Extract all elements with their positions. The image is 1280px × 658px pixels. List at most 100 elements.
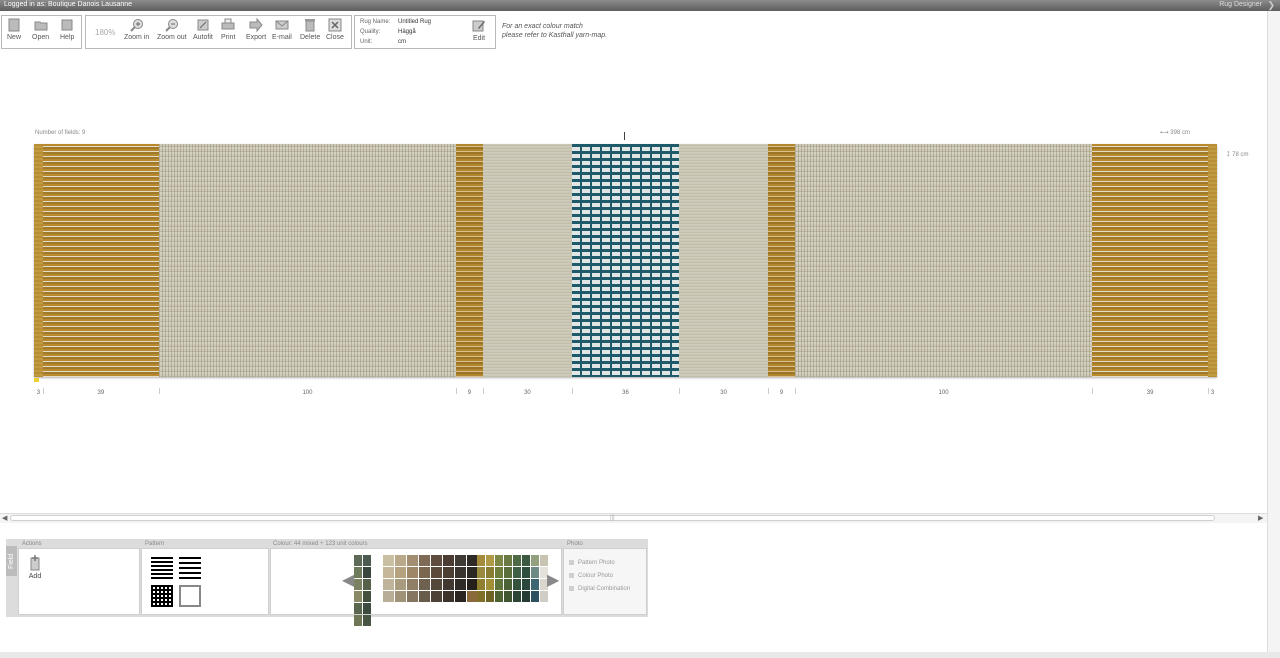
colour-swatch[interactable] bbox=[419, 555, 430, 566]
colour-swatch[interactable] bbox=[354, 603, 362, 614]
ruler-marker[interactable] bbox=[34, 378, 39, 382]
rug-field-7[interactable] bbox=[678, 144, 769, 377]
right-edge-scrollbar[interactable] bbox=[1267, 11, 1280, 658]
zoom-in-button[interactable]: Zoom in bbox=[124, 18, 149, 41]
colour-swatch[interactable] bbox=[495, 567, 503, 578]
colour-swatch[interactable] bbox=[531, 579, 539, 590]
colour-swatch[interactable] bbox=[354, 555, 362, 566]
colour-swatch[interactable] bbox=[504, 579, 512, 590]
edit-button[interactable]: Edit bbox=[472, 19, 486, 42]
rug-field-4[interactable] bbox=[456, 144, 483, 377]
colour-swatch[interactable] bbox=[504, 567, 512, 578]
colour-swatch[interactable] bbox=[504, 591, 512, 602]
rug-field-9[interactable] bbox=[794, 144, 1093, 377]
tab-field[interactable]: Field bbox=[6, 546, 17, 576]
pattern-blocks[interactable] bbox=[179, 557, 201, 579]
autofit-button[interactable]: Autofit bbox=[193, 18, 213, 41]
new-button[interactable]: New bbox=[7, 18, 21, 41]
colour-swatch[interactable] bbox=[443, 591, 454, 602]
colour-prev-icon[interactable]: ◀ bbox=[342, 570, 354, 590]
colour-swatch[interactable] bbox=[477, 591, 485, 602]
colour-swatch[interactable] bbox=[513, 579, 521, 590]
colour-swatch[interactable] bbox=[443, 579, 454, 590]
rug-field-10[interactable] bbox=[1092, 144, 1209, 377]
scroll-right-icon[interactable]: ▶ bbox=[1258, 514, 1263, 522]
rug-field-6[interactable] bbox=[571, 144, 679, 377]
colour-swatch[interactable] bbox=[383, 591, 394, 602]
colour-swatch[interactable] bbox=[354, 579, 362, 590]
pattern-stripes[interactable] bbox=[151, 557, 173, 579]
colour-swatch[interactable] bbox=[354, 615, 362, 626]
colour-swatch[interactable] bbox=[513, 567, 521, 578]
colour-swatch[interactable] bbox=[407, 591, 418, 602]
colour-swatch[interactable] bbox=[455, 579, 466, 590]
horizontal-scrollbar[interactable]: ◀ ||| ▶ bbox=[0, 513, 1267, 523]
rug-field-2[interactable] bbox=[42, 144, 159, 377]
zoom-out-button[interactable]: Zoom out bbox=[157, 18, 187, 41]
colour-swatch[interactable] bbox=[383, 555, 394, 566]
pattern-photo-option[interactable]: Pattern Photo bbox=[569, 560, 615, 566]
open-button[interactable]: Open bbox=[32, 18, 49, 41]
colour-swatch[interactable] bbox=[531, 591, 539, 602]
colour-swatch[interactable] bbox=[531, 555, 539, 566]
colour-swatch[interactable] bbox=[407, 555, 418, 566]
colour-swatch[interactable] bbox=[455, 567, 466, 578]
rug-field-1[interactable] bbox=[34, 144, 43, 377]
colour-swatch[interactable] bbox=[513, 591, 521, 602]
colour-swatch[interactable] bbox=[395, 555, 406, 566]
colour-swatch[interactable] bbox=[477, 567, 485, 578]
pattern-grid[interactable] bbox=[151, 585, 173, 607]
colour-swatch[interactable] bbox=[419, 591, 430, 602]
colour-swatch[interactable] bbox=[522, 579, 530, 590]
colour-swatch[interactable] bbox=[395, 579, 406, 590]
colour-swatch[interactable] bbox=[354, 567, 362, 578]
colour-photo-option[interactable]: Colour Photo bbox=[569, 573, 613, 579]
help-button[interactable]: Help bbox=[60, 18, 74, 41]
colour-swatch[interactable] bbox=[383, 579, 394, 590]
colour-swatch[interactable] bbox=[495, 591, 503, 602]
colour-swatch[interactable] bbox=[407, 579, 418, 590]
colour-swatch[interactable] bbox=[486, 591, 494, 602]
colour-swatch[interactable] bbox=[540, 591, 548, 602]
colour-swatch[interactable] bbox=[431, 567, 442, 578]
colour-swatch[interactable] bbox=[363, 555, 371, 566]
colour-swatch[interactable] bbox=[363, 615, 371, 626]
colour-swatch[interactable] bbox=[486, 555, 494, 566]
colour-swatch[interactable] bbox=[486, 579, 494, 590]
scroll-left-icon[interactable]: ◀ bbox=[2, 514, 7, 522]
colour-swatch[interactable] bbox=[443, 555, 454, 566]
rug-field-8[interactable] bbox=[768, 144, 795, 377]
colour-swatch[interactable] bbox=[504, 555, 512, 566]
colour-swatch[interactable] bbox=[477, 555, 485, 566]
colour-swatch[interactable] bbox=[455, 555, 466, 566]
rug-preview[interactable] bbox=[34, 144, 1217, 377]
colour-next-icon[interactable]: ▶ bbox=[547, 570, 559, 590]
email-button[interactable]: E-mail bbox=[272, 18, 292, 41]
colour-swatch[interactable] bbox=[522, 555, 530, 566]
colour-swatch[interactable] bbox=[363, 591, 371, 602]
close-button[interactable]: Close bbox=[326, 18, 344, 41]
add-button[interactable]: Add bbox=[28, 555, 42, 580]
rug-field-3[interactable] bbox=[158, 144, 457, 377]
export-button[interactable]: Export bbox=[246, 18, 266, 41]
colour-swatch[interactable] bbox=[486, 567, 494, 578]
colour-swatch[interactable] bbox=[419, 567, 430, 578]
rug-field-11[interactable] bbox=[1208, 144, 1217, 377]
colour-swatch[interactable] bbox=[395, 591, 406, 602]
colour-swatch[interactable] bbox=[407, 567, 418, 578]
colour-swatch[interactable] bbox=[363, 567, 371, 578]
colour-swatch[interactable] bbox=[522, 567, 530, 578]
colour-swatch[interactable] bbox=[395, 567, 406, 578]
colour-swatch[interactable] bbox=[363, 603, 371, 614]
colour-swatch[interactable] bbox=[431, 591, 442, 602]
colour-swatch[interactable] bbox=[513, 555, 521, 566]
colour-swatch[interactable] bbox=[354, 591, 362, 602]
colour-swatch[interactable] bbox=[495, 579, 503, 590]
colour-swatch[interactable] bbox=[522, 591, 530, 602]
colour-swatch[interactable] bbox=[495, 555, 503, 566]
colour-swatch[interactable] bbox=[383, 567, 394, 578]
colour-swatch[interactable] bbox=[363, 579, 371, 590]
colour-swatch[interactable] bbox=[443, 567, 454, 578]
delete-button[interactable]: Delete bbox=[300, 18, 320, 41]
print-button[interactable]: Print bbox=[221, 18, 235, 41]
